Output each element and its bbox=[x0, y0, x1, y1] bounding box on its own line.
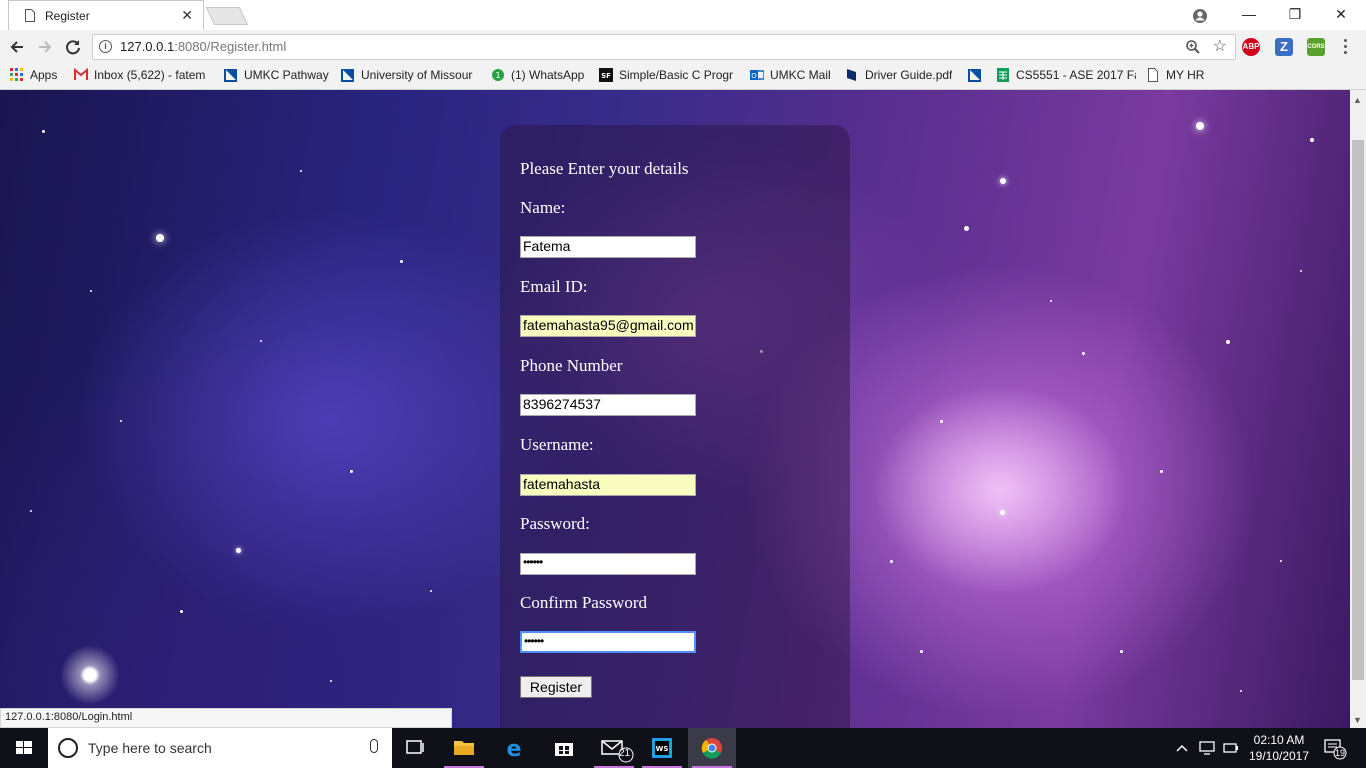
confirm-password-input[interactable]: •••••• bbox=[520, 631, 696, 653]
sf-icon: SF bbox=[599, 68, 613, 82]
bookmark-simple-c[interactable]: SF Simple/Basic C Progr bbox=[599, 68, 737, 86]
gmail-icon bbox=[74, 68, 88, 80]
maximize-button[interactable]: ❐ bbox=[1272, 0, 1318, 30]
battery-icon[interactable] bbox=[1222, 728, 1240, 768]
umkc-flag-icon bbox=[968, 69, 981, 82]
browser-toolbar: i 127.0.0.1:8080/Register.html ☆ ABP Z C… bbox=[0, 30, 1366, 64]
name-label: Name: bbox=[520, 198, 566, 217]
webstorm-icon[interactable]: WS bbox=[638, 728, 686, 768]
forward-icon[interactable] bbox=[34, 36, 56, 58]
svg-text:1: 1 bbox=[495, 71, 500, 80]
account-icon[interactable] bbox=[1190, 6, 1210, 26]
site-info-icon[interactable]: i bbox=[99, 40, 112, 53]
bookmark-university[interactable]: University of Missour bbox=[341, 68, 477, 86]
windows-taskbar: Type here to search e 21 WS 02:10 AM 19/… bbox=[0, 728, 1366, 768]
reload-icon[interactable] bbox=[62, 36, 84, 58]
back-icon[interactable] bbox=[6, 36, 28, 58]
mail-badge: 21 bbox=[619, 748, 631, 759]
bookmark-inbox[interactable]: Inbox (5,622) - fatem bbox=[74, 68, 210, 86]
tab-title: Register bbox=[45, 9, 90, 23]
url-text[interactable]: 127.0.0.1:8080/Register.html bbox=[120, 39, 286, 54]
cors-icon[interactable]: CORS bbox=[1307, 38, 1325, 56]
bookmark-umkc-pathway[interactable]: UMKC Pathway bbox=[224, 68, 329, 86]
new-tab-button[interactable] bbox=[205, 7, 249, 25]
action-center-icon[interactable]: 19 bbox=[1320, 728, 1360, 768]
phone-label: Phone Number bbox=[520, 356, 623, 375]
file-explorer-icon[interactable] bbox=[440, 728, 488, 768]
tab-register[interactable]: Register ✕ bbox=[8, 0, 204, 30]
svg-text:e: e bbox=[507, 737, 522, 762]
minimize-button[interactable]: — bbox=[1226, 0, 1272, 30]
page-icon bbox=[25, 9, 35, 22]
email-input[interactable]: fatemahasta95@gmail.com bbox=[520, 315, 696, 337]
pdf-icon bbox=[847, 69, 856, 81]
scroll-up-icon[interactable]: ▲ bbox=[1353, 95, 1362, 105]
name-input[interactable]: Fatema bbox=[520, 236, 696, 258]
register-button[interactable]: Register bbox=[520, 676, 592, 698]
close-window-button[interactable]: ✕ bbox=[1318, 0, 1364, 30]
store-icon[interactable] bbox=[540, 728, 588, 768]
umkc-flag-icon bbox=[224, 69, 237, 82]
bookmark-star-icon[interactable]: ☆ bbox=[1213, 36, 1227, 56]
address-bar[interactable]: i 127.0.0.1:8080/Register.html ☆ bbox=[92, 34, 1236, 60]
password-input[interactable]: •••••• bbox=[520, 553, 696, 575]
bookmarks-bar: Apps Inbox (5,622) - fatem UMKC Pathway … bbox=[0, 64, 1366, 90]
page-scrollbar[interactable]: ▲ ▼ bbox=[1350, 90, 1366, 728]
bookmark-umkc-blank[interactable] bbox=[968, 68, 988, 86]
clock-date: 19/10/2017 bbox=[1248, 749, 1310, 763]
taskbar-clock[interactable]: 02:10 AM 19/10/2017 bbox=[1248, 732, 1310, 764]
umkc-flag-icon bbox=[341, 69, 354, 82]
search-placeholder: Type here to search bbox=[88, 740, 212, 756]
bookmark-cs5551[interactable]: CS5551 - ASE 2017 Fa bbox=[996, 68, 1136, 86]
microphone-icon[interactable] bbox=[370, 739, 378, 753]
task-view-icon[interactable] bbox=[392, 728, 440, 768]
svg-text:O: O bbox=[751, 72, 757, 80]
network-icon[interactable] bbox=[1198, 728, 1216, 768]
outlook-icon: O bbox=[750, 70, 764, 80]
chrome-menu-icon[interactable] bbox=[1344, 39, 1348, 57]
bookmark-whatsapp[interactable]: 1 (1) WhatsApp bbox=[491, 68, 584, 86]
tab-close-icon[interactable]: ✕ bbox=[181, 7, 193, 24]
adblock-icon[interactable]: ABP bbox=[1242, 38, 1260, 56]
form-heading: Please Enter your details bbox=[520, 159, 689, 178]
notification-count: 19 bbox=[1335, 748, 1346, 758]
svg-text:WS: WS bbox=[656, 745, 669, 753]
tab-strip: Register ✕ — ❐ ✕ bbox=[0, 0, 1366, 30]
bookmark-umkc-mail[interactable]: O UMKC Mail bbox=[750, 68, 831, 86]
email-label: Email ID: bbox=[520, 277, 588, 296]
page-icon bbox=[1148, 68, 1158, 82]
zoom-icon[interactable] bbox=[1185, 39, 1201, 55]
zotero-icon[interactable]: Z bbox=[1275, 38, 1293, 56]
cortana-icon[interactable] bbox=[58, 738, 78, 758]
show-hidden-icons-icon[interactable] bbox=[1174, 728, 1190, 768]
link-status-bar: 127.0.0.1:8080/Login.html bbox=[0, 708, 452, 728]
whatsapp-icon: 1 bbox=[492, 69, 504, 81]
mail-icon[interactable]: 21 bbox=[590, 728, 638, 768]
bookmark-driver-guide[interactable]: Driver Guide.pdf bbox=[845, 68, 952, 86]
windows-start-icon[interactable] bbox=[0, 728, 48, 768]
bright-star-flare bbox=[60, 645, 120, 705]
edge-icon[interactable]: e bbox=[490, 728, 538, 768]
bookmark-my-hr[interactable]: MY HR bbox=[1146, 68, 1204, 86]
password-label: Password: bbox=[520, 514, 590, 533]
clock-time: 02:10 AM bbox=[1253, 733, 1305, 747]
svg-text:SF: SF bbox=[601, 72, 611, 80]
confirm-password-label: Confirm Password bbox=[520, 593, 648, 612]
username-input[interactable]: fatemahasta bbox=[520, 474, 696, 496]
username-label: Username: bbox=[520, 435, 594, 454]
bookmark-apps[interactable]: Apps bbox=[10, 68, 57, 86]
apps-grid-icon bbox=[10, 68, 23, 81]
taskbar-search-box[interactable]: Type here to search bbox=[48, 728, 392, 768]
phone-input[interactable]: 8396274537 bbox=[520, 394, 696, 416]
scroll-thumb[interactable] bbox=[1352, 140, 1364, 680]
chrome-taskbar-icon[interactable] bbox=[688, 728, 736, 768]
sheets-icon bbox=[997, 68, 1009, 82]
scroll-down-icon[interactable]: ▼ bbox=[1353, 715, 1362, 725]
